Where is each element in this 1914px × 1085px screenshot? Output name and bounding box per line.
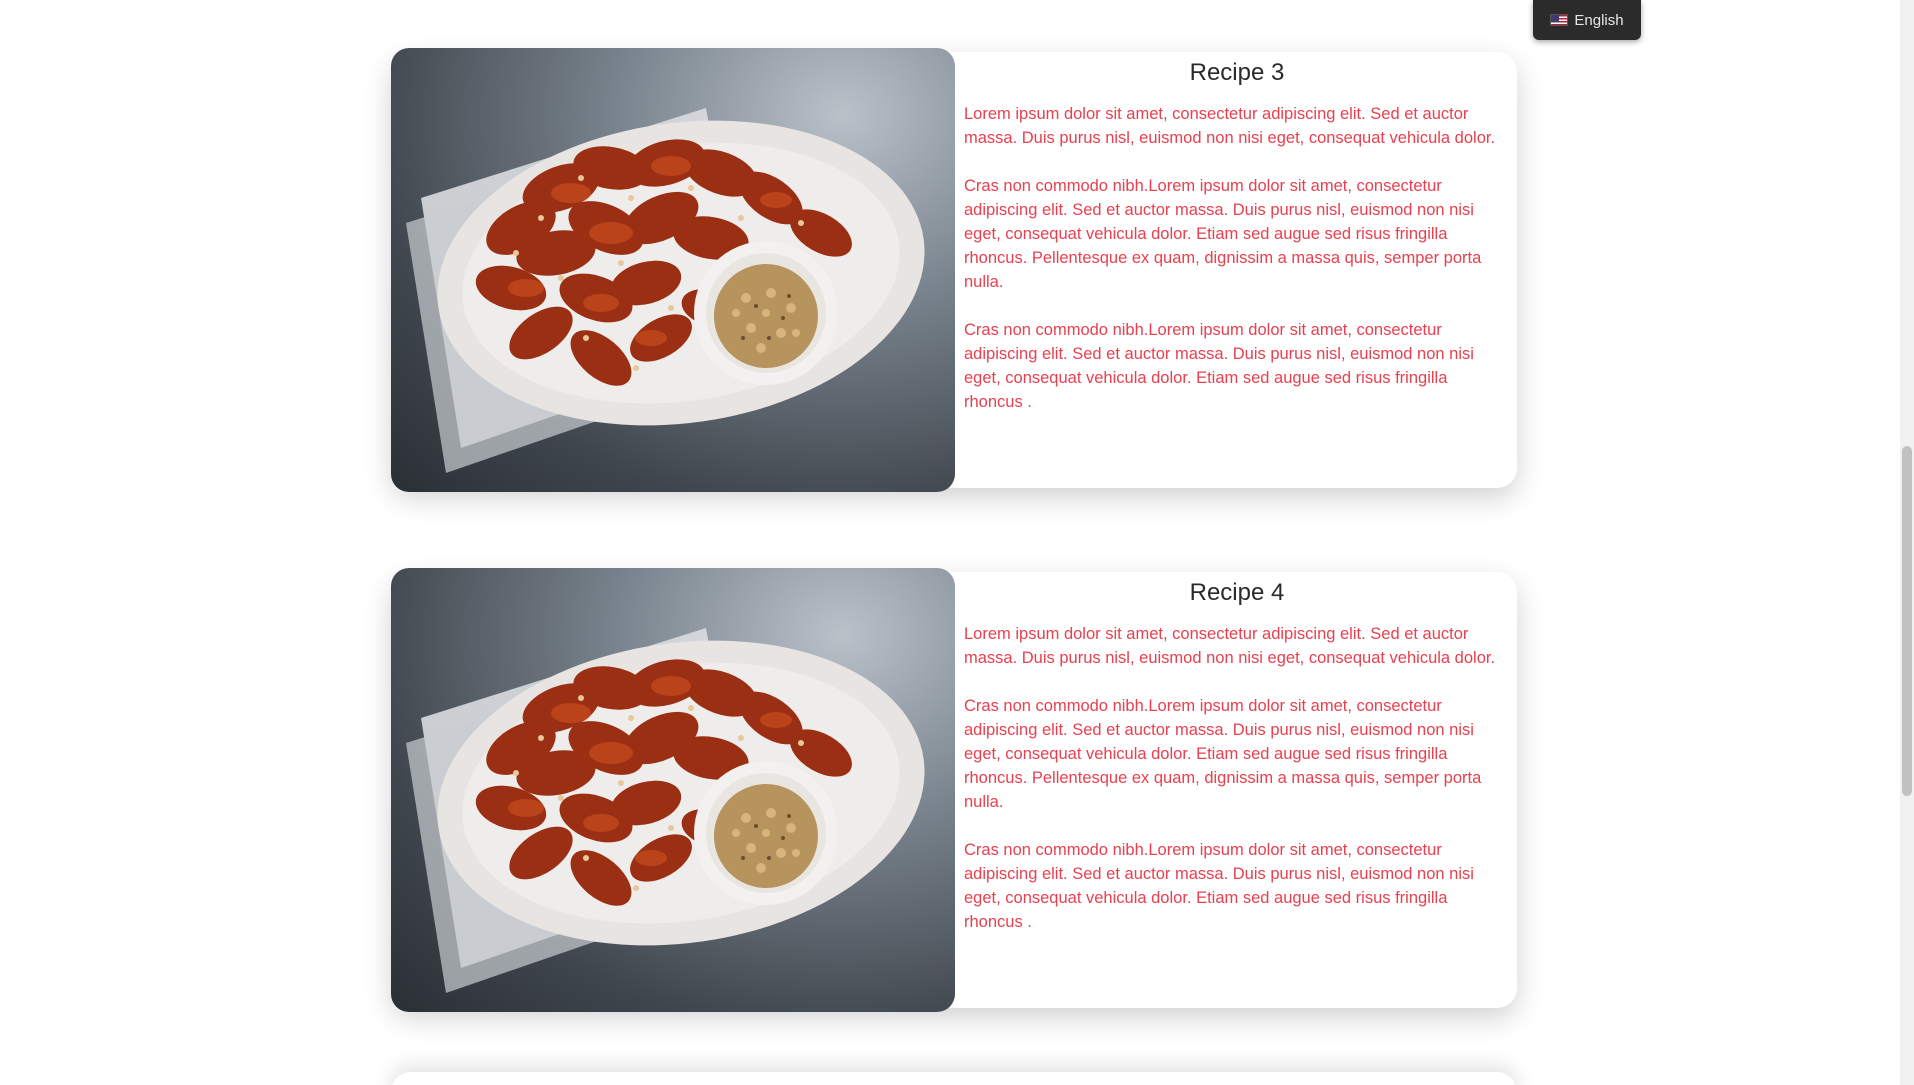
- chicken-wings-photo: [406, 108, 925, 473]
- recipe-image: [391, 48, 955, 492]
- recipe-paragraph: Lorem ipsum dolor sit amet, consectetur …: [964, 105, 1496, 147]
- recipe-paragraph: Cras non commodo nibh.Lorem ipsum dolor …: [964, 177, 1482, 291]
- recipe-title: Recipe 3: [1189, 59, 1285, 86]
- recipe-paragraph: Cras non commodo nibh.Lorem ipsum dolor …: [964, 321, 1474, 411]
- recipe-paragraph: Cras non commodo nibh.Lorem ipsum dolor …: [964, 841, 1474, 931]
- recipe-text: Recipe 4 Lorem ipsum dolor sit amet, con…: [964, 578, 1510, 958]
- recipe-paragraph: Cras non commodo nibh.Lorem ipsum dolor …: [964, 697, 1482, 811]
- recipe-card: Recipe 4 Lorem ipsum dolor sit amet, con…: [391, 568, 1517, 1012]
- language-switcher[interactable]: English: [1533, 0, 1641, 40]
- recipe-image: [391, 568, 955, 1012]
- next-recipe-card-edge: [391, 1072, 1517, 1085]
- recipe-card: Recipe 3 Lorem ipsum dolor sit amet, con…: [391, 48, 1517, 492]
- recipe-title: Recipe 4: [1189, 579, 1285, 606]
- chicken-wings-photo: [406, 628, 925, 993]
- language-label: English: [1574, 11, 1624, 29]
- vertical-scrollbar[interactable]: [1900, 0, 1914, 1085]
- scrollbar-thumb[interactable]: [1902, 446, 1912, 796]
- us-flag-icon: [1550, 14, 1569, 26]
- recipe-text: Recipe 3 Lorem ipsum dolor sit amet, con…: [964, 58, 1510, 438]
- recipe-paragraph: Lorem ipsum dolor sit amet, consectetur …: [964, 625, 1496, 667]
- page: Recipe 3 Lorem ipsum dolor sit amet, con…: [0, 0, 1914, 1085]
